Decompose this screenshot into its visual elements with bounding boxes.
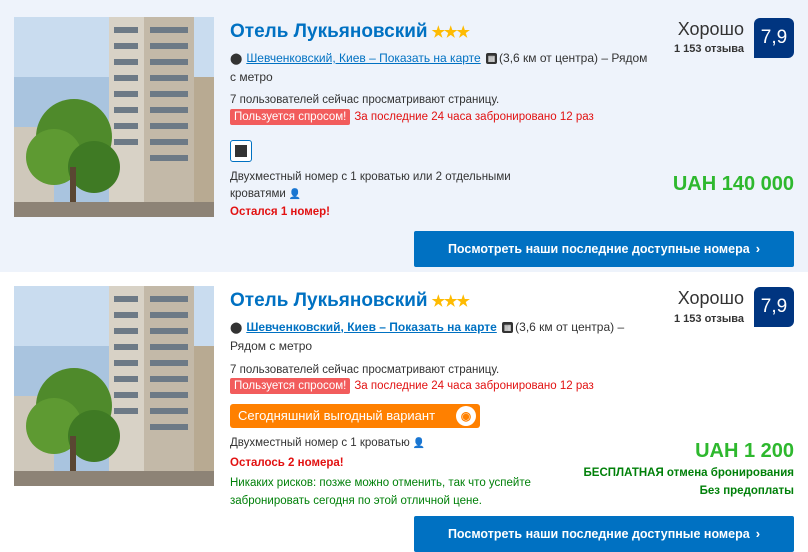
review-score-badge[interactable]: 7,9 bbox=[754, 18, 794, 58]
review-score-word: Хорошо bbox=[677, 288, 744, 308]
high-demand-badge: Пользуется спросом! bbox=[230, 378, 351, 394]
room-type: Двухместный номер с 1 кроватью или 2 отд… bbox=[230, 169, 550, 203]
hotel-photo[interactable] bbox=[14, 286, 214, 486]
stars-rating: ★★★ bbox=[431, 24, 470, 41]
review-count[interactable]: 1 153 отзыва bbox=[674, 313, 744, 325]
todays-deal-label: Сегодняшний выгодный вариант bbox=[238, 408, 436, 423]
see-availability-button[interactable]: Посмотреть наши последние доступные номе… bbox=[414, 516, 794, 552]
price: UAH 140 000 bbox=[672, 173, 794, 195]
hotel-name-link[interactable]: Отель Лукьяновский ★★★ bbox=[230, 21, 470, 43]
no-risk-text: Никаких рисков: позже можно отменить, та… bbox=[230, 477, 531, 507]
review-score-word: Хорошо bbox=[677, 19, 744, 39]
hotel-name-link[interactable]: Отель Лукьяновский ★★★ bbox=[230, 290, 470, 312]
chevron-right-icon: › bbox=[755, 526, 761, 541]
hotel-name[interactable]: Отель Лукьяновский bbox=[230, 290, 428, 311]
stars-rating: ★★★ bbox=[431, 293, 470, 310]
chevron-right-icon: › bbox=[755, 241, 761, 256]
demand-row: Пользуется спросом! За последние 24 часа … bbox=[230, 109, 594, 125]
hotel-card: Отель Лукьяновский ★★★ ⬤ Шевченковский, Ки… bbox=[0, 276, 808, 552]
show-on-map-link[interactable]: Шевченковский, Киев – Показать на карте bbox=[246, 320, 497, 334]
viewers-text: 7 пользователей сейчас просматривают стр… bbox=[230, 94, 500, 106]
address-line: ⬤ Шевченковский, Киев – Показать на карте… bbox=[230, 318, 650, 355]
viewers-text: 7 пользователей сейчас просматривают стр… bbox=[230, 364, 500, 376]
distance-text: (3,6 км от центра) bbox=[515, 320, 615, 334]
review-count[interactable]: 1 153 отзыва bbox=[674, 43, 744, 55]
building-icon[interactable] bbox=[230, 140, 252, 162]
room-type-text: Двухместный номер с 1 кроватью или 2 отд… bbox=[230, 171, 511, 200]
demand-row: Пользуется спросом! За последние 24 часа … bbox=[230, 378, 594, 394]
room-type: Двухместный номер с 1 кроватью 👤 bbox=[230, 435, 550, 452]
see-availability-button[interactable]: Посмотреть наши последние доступные номе… bbox=[414, 231, 794, 267]
deal-icon: ◉ bbox=[456, 406, 476, 426]
room-type-text: Двухместный номер с 1 кроватью bbox=[230, 437, 410, 449]
free-cancellation-text: БЕСПЛАТНАЯ отмена бронирования bbox=[583, 467, 794, 479]
distance-text: (3,6 км от центра) bbox=[499, 51, 599, 65]
map-pin-icon: ⬤ bbox=[230, 53, 243, 65]
see-availability-label: Посмотреть наши последние доступные номе… bbox=[447, 242, 750, 256]
hotel-photo[interactable] bbox=[14, 17, 214, 217]
todays-deal-badge[interactable]: Сегодняшний выгодный вариант ◉ bbox=[230, 404, 480, 428]
rooms-left-text: Остался 1 номер! bbox=[230, 206, 330, 218]
price: UAH 1 200 bbox=[695, 440, 794, 462]
booked-count-text: За последние 24 часа забронировано 12 ра… bbox=[354, 380, 594, 392]
hotel-card: Отель Лукьяновский ★★★ ⬤ Шевченковский, Ки… bbox=[0, 0, 808, 272]
review-score-badge[interactable]: 7,9 bbox=[754, 287, 794, 327]
see-availability-label: Посмотреть наши последние доступные номе… bbox=[447, 527, 750, 541]
address-line: ⬤ Шевченковский, Киев – Показать на карте… bbox=[230, 49, 650, 86]
high-demand-badge: Пользуется спросом! bbox=[230, 109, 351, 125]
map-pin-icon: ⬤ bbox=[230, 322, 243, 334]
show-on-map-link[interactable]: Шевченковский, Киев – Показать на карте bbox=[246, 51, 480, 65]
no-prepayment-text: Без предоплаты bbox=[699, 485, 794, 497]
rooms-left-text: Осталось 2 номера! bbox=[230, 457, 344, 469]
hotel-name[interactable]: Отель Лукьяновский bbox=[230, 21, 428, 42]
person-icon: 👤 bbox=[288, 189, 302, 200]
map-icon: ▦ bbox=[502, 322, 514, 334]
map-icon: ▦ bbox=[486, 53, 498, 65]
booked-count-text: За последние 24 часа забронировано 12 ра… bbox=[354, 111, 594, 123]
person-icon: 👤 bbox=[412, 438, 426, 449]
